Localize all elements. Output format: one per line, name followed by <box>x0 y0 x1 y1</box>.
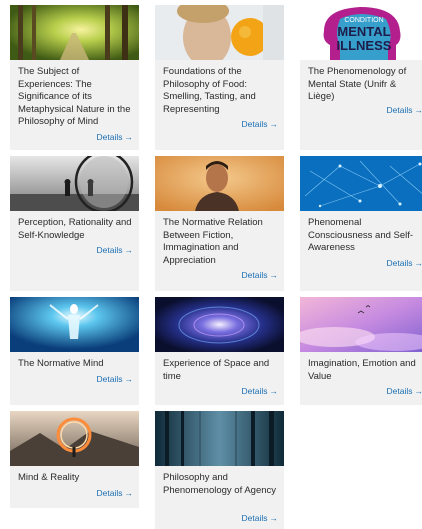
details-link[interactable]: Details → <box>97 132 133 142</box>
course-card[interactable]: The Normative Mind Details → <box>10 297 139 405</box>
course-card[interactable]: Mind & Reality Details → <box>10 411 139 508</box>
course-image-portrait[interactable] <box>155 156 284 211</box>
arrow-right-icon: → <box>414 105 422 115</box>
details-link[interactable]: Details → <box>242 119 278 129</box>
arrow-right-icon: → <box>269 513 279 523</box>
details-link[interactable]: Details → <box>97 245 133 255</box>
details-link[interactable]: Details → <box>387 105 422 115</box>
course-card[interactable]: Imagination, Emotion and Value Details → <box>300 297 422 405</box>
course-image-glowing-figure[interactable] <box>10 297 139 352</box>
course-image-pink-clouds[interactable] <box>300 297 422 352</box>
logo-text: MENTAL <box>337 24 390 39</box>
details-link[interactable]: Details → <box>387 386 422 396</box>
arrow-right-icon: → <box>269 119 279 129</box>
arrow-right-icon: → <box>414 386 422 396</box>
course-title: Imagination, Emotion and Value <box>308 358 416 382</box>
course-image-chess[interactable] <box>10 156 139 211</box>
details-link[interactable]: Details → <box>242 270 278 280</box>
details-link[interactable]: Details → <box>387 258 422 268</box>
arrow-right-icon: → <box>414 258 422 268</box>
course-card[interactable]: Foundations of the Philosophy of Food: S… <box>155 5 284 150</box>
course-image-mental-illness[interactable]: CONDITION MENTAL ILLNESS <box>300 5 422 60</box>
arrow-right-icon: → <box>124 374 134 384</box>
course-title: The Phenomenology of Mental State (Unifr… <box>308 66 407 102</box>
course-title: Perception, Rationality and Self-Knowled… <box>18 217 132 241</box>
arrow-right-icon: → <box>269 270 279 280</box>
arrow-right-icon: → <box>124 132 134 142</box>
arrow-right-icon: → <box>124 245 134 255</box>
arrow-right-icon: → <box>124 488 134 498</box>
course-title: Mind & Reality <box>18 472 80 483</box>
course-card[interactable]: Philosophy and Phenomenology of Agency D… <box>155 411 284 529</box>
course-card[interactable]: Experience of Space and time Details → <box>155 297 284 405</box>
course-image-light-portal[interactable] <box>10 411 139 466</box>
course-title: Experience of Space and time <box>163 358 270 382</box>
course-title: Philosophy and Phenomenology of Agency <box>163 472 277 496</box>
course-card[interactable]: Phenomenal Consciousness and Self-Awaren… <box>300 156 422 291</box>
course-title: The Normative Relation Between Fiction, … <box>163 217 263 266</box>
logo-text: ILLNESS <box>337 38 392 53</box>
course-title: Foundations of the Philosophy of Food: S… <box>163 66 256 115</box>
course-title: The Subject of Experiences: The Signific… <box>18 66 131 127</box>
arrow-right-icon: → <box>269 386 279 396</box>
course-image-vortex[interactable] <box>155 297 284 352</box>
course-card[interactable]: The Subject of Experiences: The Signific… <box>10 5 139 150</box>
course-card[interactable]: CONDITION MENTAL ILLNESS The Phenomenolo… <box>300 5 422 150</box>
course-title: The Normative Mind <box>18 358 104 369</box>
course-card[interactable]: The Normative Relation Between Fiction, … <box>155 156 284 291</box>
course-image-misty-forest[interactable] <box>155 411 284 466</box>
course-card[interactable]: Perception, Rationality and Self-Knowled… <box>10 156 139 291</box>
course-image-network[interactable] <box>300 156 422 211</box>
course-title: Phenomenal Consciousness and Self-Awaren… <box>308 217 414 253</box>
details-link[interactable]: Details → <box>242 386 278 396</box>
course-image-orange[interactable] <box>155 5 284 60</box>
logo-text: CONDITION <box>344 17 383 24</box>
details-link[interactable]: Details → <box>97 488 133 498</box>
details-link[interactable]: Details → <box>242 513 278 523</box>
course-image-forest[interactable] <box>10 5 139 60</box>
details-link[interactable]: Details → <box>97 374 133 384</box>
